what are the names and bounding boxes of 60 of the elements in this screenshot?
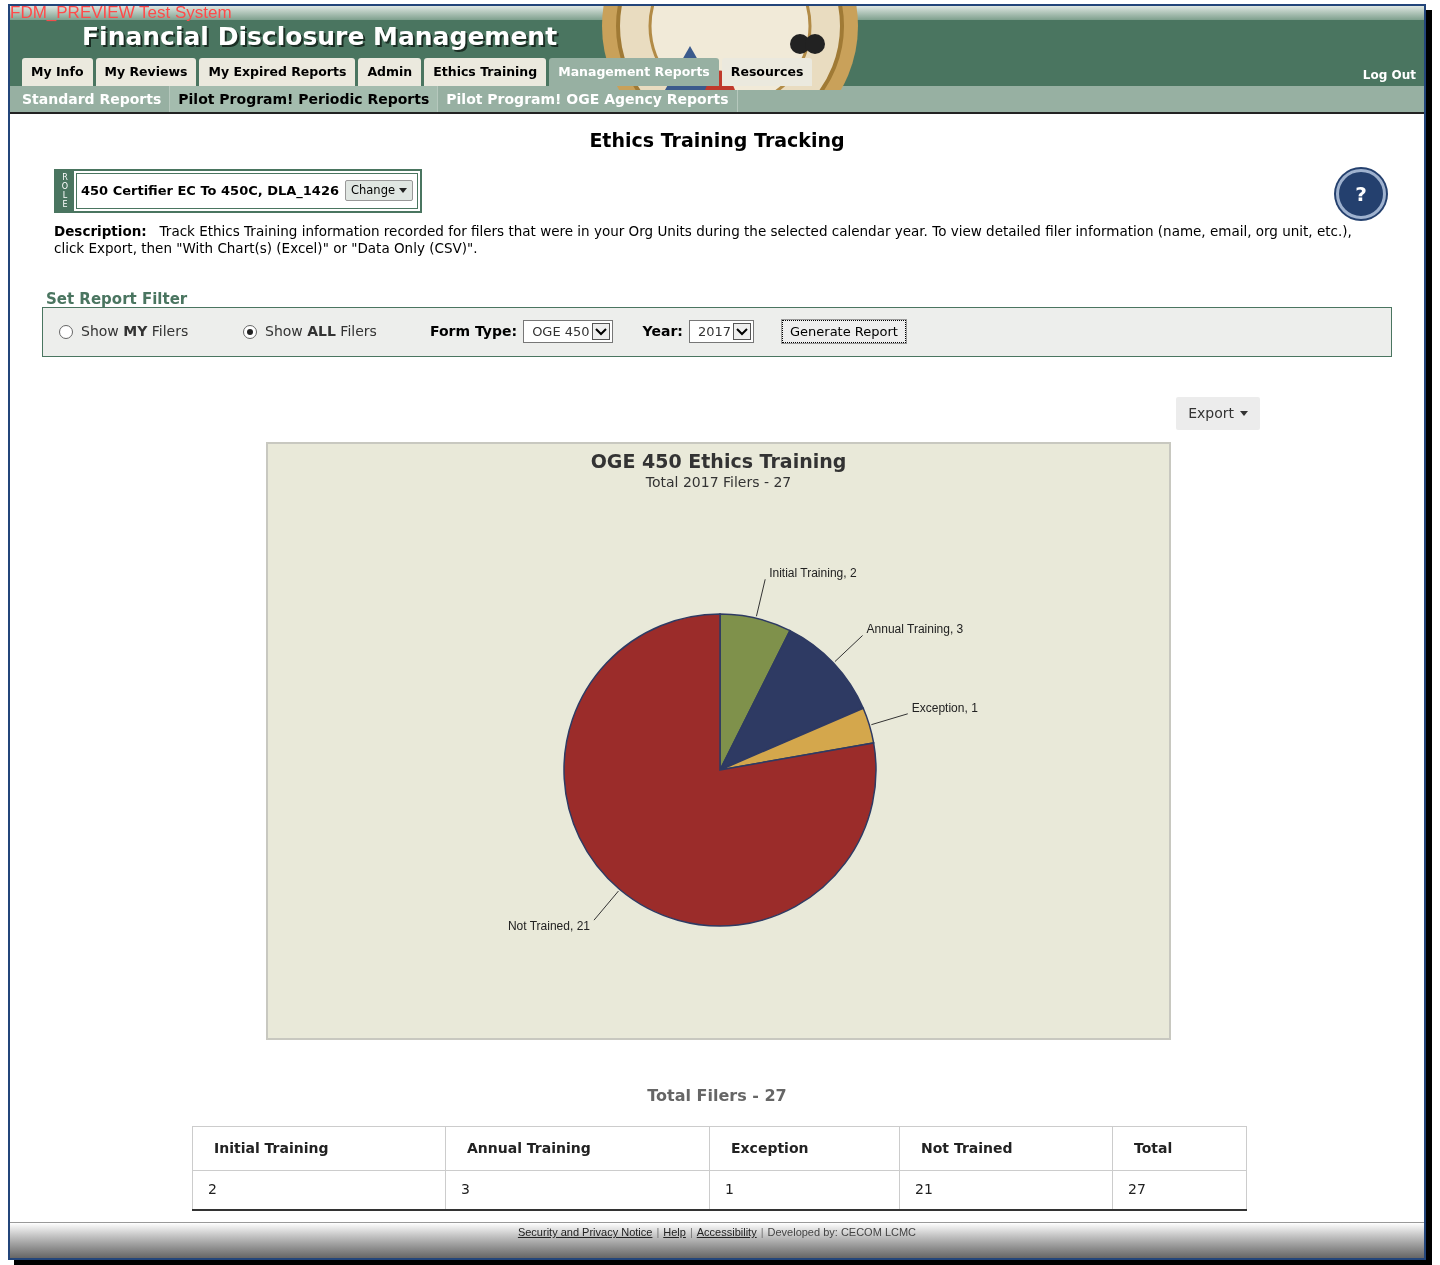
year-select[interactable]: 2017 <box>688 320 754 343</box>
radio-button[interactable] <box>243 324 257 339</box>
filter-title: Set Report Filter <box>45 290 189 307</box>
logout-link[interactable]: Log Out <box>1362 66 1416 84</box>
data-label: Initial Training, 2 <box>769 565 857 580</box>
description-text: Description: Track Ethics Training information recorded for filers that were in your Org Units during the selected calendar year. To view detailed filer information (name, email, org unit, etc.), click Export, then "With Chart(s) (Excel)" or "Data Only (CSV)". <box>53 222 1353 257</box>
chart-title: OGE 450 Ethics Training <box>590 449 847 472</box>
year-label: Year: <box>642 322 683 341</box>
radio-label: Show MY Filers <box>81 322 189 341</box>
change-button[interactable]: Change <box>345 179 414 202</box>
column-header: Exception <box>709 1126 900 1170</box>
footer-separator: | <box>760 1225 764 1240</box>
form-type-label: Form Type: <box>430 322 518 341</box>
role-name: 450 Certifier EC To 450C, DLA_1426 <box>81 181 339 201</box>
radio-option[interactable]: Show ALL Filers <box>243 321 431 342</box>
column-header: Not Trained <box>899 1126 1113 1170</box>
radio-option[interactable]: Show MY Filers <box>59 321 243 342</box>
generate-report-button[interactable]: Generate Report <box>782 320 906 343</box>
table-cell: 21 <box>899 1170 1113 1210</box>
footer-link[interactable]: Accessibility <box>696 1224 757 1258</box>
leader-line <box>870 712 909 725</box>
system-label: FDM_PREVIEW Test System <box>10 4 232 21</box>
footer-separator: | <box>656 1225 660 1240</box>
help-button[interactable]: ? <box>1336 168 1386 219</box>
sub-tab[interactable]: Pilot Program! Periodic Reports <box>170 86 439 112</box>
site-title: Financial Disclosure Management <box>82 24 558 49</box>
radio-button[interactable] <box>59 324 73 339</box>
page-title: Ethics Training Tracking <box>588 128 846 153</box>
dropdown-icon <box>591 323 610 340</box>
totals-title: Total Filers - 27 <box>646 1084 788 1107</box>
nav-tab[interactable]: Ethics Training <box>424 58 547 86</box>
chart-subtitle: Total 2017 Filers - 27 <box>645 472 792 492</box>
leader-line <box>593 890 619 921</box>
table-cell: 2 <box>192 1170 446 1210</box>
table-cell: 1 <box>709 1170 900 1210</box>
column-header: Total <box>1112 1126 1247 1170</box>
form-type-select[interactable]: OGE 450 <box>523 320 613 343</box>
column-header: Initial Training <box>192 1126 446 1170</box>
nav-tab[interactable]: Resources <box>721 58 813 86</box>
radio-label: Show ALL Filers <box>265 322 377 341</box>
data-label: Exception, 1 <box>911 700 978 715</box>
caret-icon <box>399 188 408 193</box>
table-cell: 3 <box>445 1170 710 1210</box>
nav-tab[interactable]: My Reviews <box>95 58 197 86</box>
nav-tab[interactable]: My Info <box>22 58 93 86</box>
footer-link[interactable]: Help <box>663 1224 686 1258</box>
footer-credit: Developed by: CECOM LCMC <box>767 1225 917 1240</box>
footer-separator: | <box>689 1225 693 1240</box>
leader-line <box>755 578 766 617</box>
footer-link[interactable]: Security and Privacy Notice <box>517 1224 653 1258</box>
export-button[interactable]: Export <box>1176 396 1260 430</box>
column-header: Annual Training <box>445 1126 710 1170</box>
table-cell: 27 <box>1112 1170 1247 1210</box>
dropdown-icon <box>733 323 751 340</box>
data-label: Not Trained, 21 <box>507 918 590 933</box>
leader-line <box>834 634 864 662</box>
caret-icon <box>1240 410 1248 416</box>
data-label: Annual Training, 3 <box>866 622 964 636</box>
nav-tab[interactable]: Admin <box>358 58 422 86</box>
nav-tab[interactable]: My Expired Reports <box>199 58 356 86</box>
